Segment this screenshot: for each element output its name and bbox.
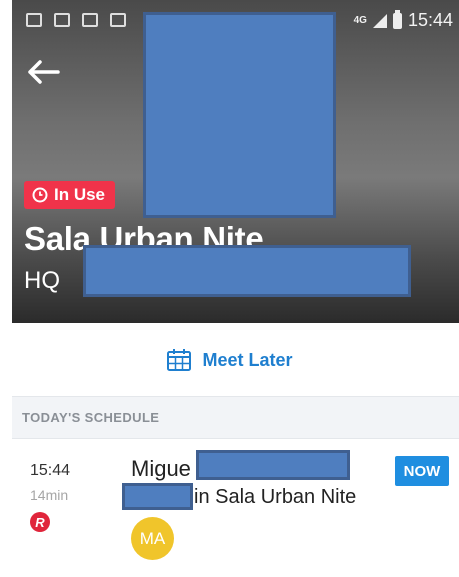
redaction-block: [83, 245, 411, 297]
meet-later-button[interactable]: Meet Later: [0, 345, 459, 375]
network-type: 4G: [353, 14, 367, 26]
signal-icon: [372, 13, 387, 28]
meeting-organizer: Migue: [131, 456, 191, 481]
notification-icon: [54, 13, 70, 27]
clock-icon: [32, 187, 48, 203]
meet-later-label: Meet Later: [202, 349, 293, 370]
avatar: MA: [131, 517, 174, 560]
notification-icon: [110, 13, 126, 27]
redaction-block: [196, 450, 350, 480]
now-badge: NOW: [395, 456, 449, 486]
calendar-icon: [167, 349, 192, 371]
schedule-duration: 14min: [30, 487, 69, 503]
status-badge: In Use: [24, 181, 116, 209]
notification-icon: [26, 13, 42, 27]
status-time: 15:44: [407, 10, 453, 30]
room-location: HQ: [24, 267, 60, 294]
status-right: 4G 15:44: [353, 9, 453, 31]
r-source-icon: R: [30, 512, 50, 532]
schedule-time: 15:44: [30, 462, 71, 479]
notification-icons: [26, 13, 126, 27]
status-badge-label: In Use: [54, 185, 106, 204]
schedule-section-title: TODAY'S SCHEDULE: [22, 410, 160, 425]
meeting-location: in Sala Urban Nite: [194, 486, 357, 508]
redaction-block: [122, 483, 193, 510]
battery-icon: [392, 9, 402, 29]
redaction-block: [143, 12, 336, 218]
schedule-section-header: TODAY'S SCHEDULE: [12, 396, 459, 439]
notification-icon: [82, 13, 98, 27]
back-arrow-icon[interactable]: [26, 58, 60, 86]
